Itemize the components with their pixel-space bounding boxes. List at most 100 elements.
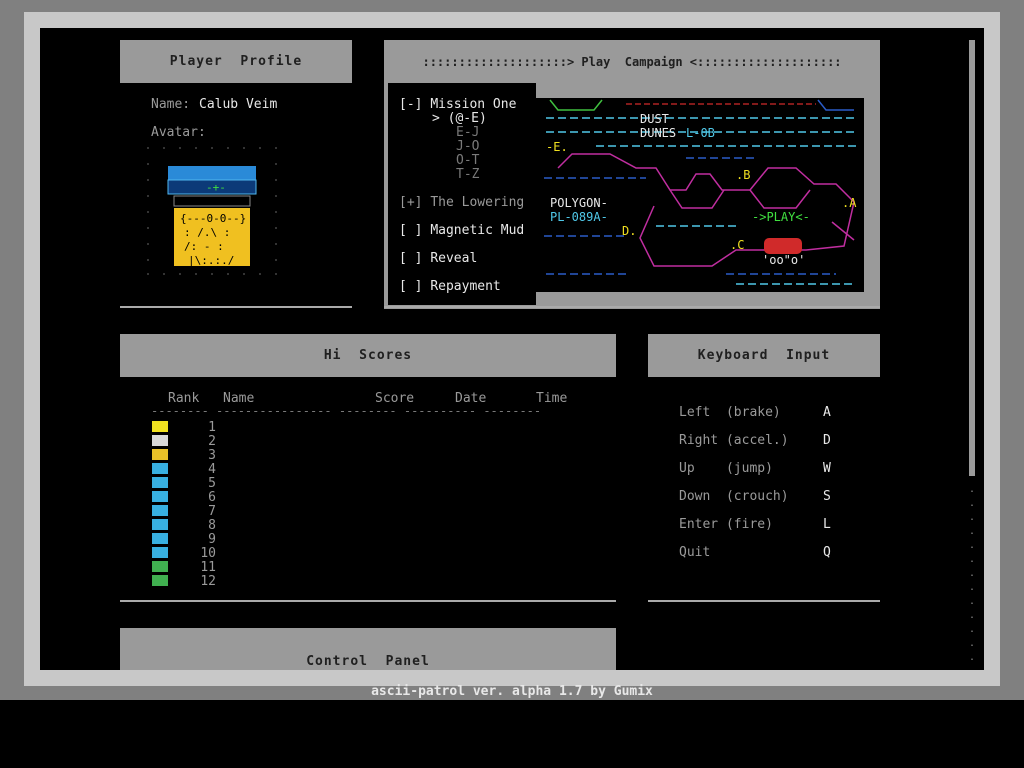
rank-number: 11	[200, 560, 216, 575]
game-screen: Player Profile Name: Calub Veim Avatar: …	[40, 28, 984, 670]
map-label-play[interactable]: ->PLAY<-	[752, 210, 810, 224]
binding-key[interactable]: L	[823, 517, 831, 532]
rank-color-swatch	[152, 533, 168, 544]
rank-color-swatch	[152, 519, 168, 530]
patrol-buggy	[764, 238, 802, 254]
map-terrain-green	[549, 99, 603, 111]
binding-action: Quit	[679, 545, 711, 560]
mission-label: Magnetic Mud	[430, 223, 525, 238]
keyboard-divider	[648, 600, 880, 602]
rank-number: 8	[208, 518, 216, 533]
rank-number: 3	[208, 448, 216, 463]
player-name-value[interactable]: Calub Veim	[199, 97, 277, 112]
rank-color-swatch	[152, 449, 168, 460]
map-label-dunes-code: L-0B	[686, 126, 715, 140]
binding-key[interactable]: Q	[823, 545, 831, 560]
version-footer: ascii-patrol ver. alpha 1.7 by Gumix	[371, 684, 653, 699]
mission-item[interactable]: [ ] Repayment	[399, 279, 501, 294]
sub-mission-item[interactable]: > (@-E)	[432, 111, 487, 126]
hi-scores-title: Hi Scores	[323, 348, 413, 363]
binding-key[interactable]: W	[823, 461, 831, 476]
map-label-dunes: DUNES	[640, 126, 677, 140]
mission-item[interactable]: [+] The Lowering	[399, 195, 524, 210]
rank-color-swatch	[152, 491, 168, 502]
name-label: Name:	[151, 97, 191, 112]
expand-marker: [-]	[399, 97, 423, 112]
rank-color-swatch	[152, 505, 168, 516]
rank-number: 9	[208, 532, 216, 547]
campaign-divider	[384, 306, 880, 308]
hi-scores-header: Hi Scores	[120, 334, 616, 377]
map-label-a: .A	[842, 196, 857, 210]
scrollbar-thumb[interactable]	[969, 40, 975, 476]
rank-color-swatch	[152, 421, 168, 432]
rank-number: 7	[208, 504, 216, 519]
avatar-image[interactable]: -+- {---0-0--} : /.\ : /: - : |\:.:./	[144, 144, 284, 280]
mission-label: The Lowering	[430, 195, 525, 210]
map-label-e: -E.	[546, 140, 568, 154]
mission-label: Reveal	[430, 251, 478, 266]
mission-label: Repayment	[430, 279, 501, 294]
rank-number: 4	[208, 462, 216, 477]
rank-number: 5	[208, 476, 216, 491]
map-label-b: .B	[736, 168, 751, 182]
column-divider: -------- ---------------- -------- -----…	[151, 404, 542, 418]
rank-color-swatch	[152, 435, 168, 446]
map-label-polygon: POLYGON-	[550, 196, 608, 210]
map-label-c: .C	[730, 238, 745, 252]
svg-text:|\:.:./: |\:.:./	[188, 254, 234, 267]
control-panel-header[interactable]: Control Panel	[120, 628, 616, 670]
rank-number: 2	[208, 434, 216, 449]
mission-map[interactable]: 'oo"o' DUST DUNES L-0B -E. .B POLYGON- P…	[536, 98, 864, 292]
rank-number: 6	[208, 490, 216, 505]
svg-text:'oo"o': 'oo"o'	[762, 253, 805, 267]
mission-item[interactable]: [ ] Magnetic Mud	[399, 223, 524, 238]
rank-number: 1	[208, 420, 216, 435]
player-profile-header: Player Profile	[120, 40, 352, 83]
rank-color-swatch	[152, 575, 168, 586]
profile-divider	[120, 306, 352, 308]
svg-text:/: - :: /: - :	[184, 240, 224, 253]
binding-key[interactable]: S	[823, 489, 831, 504]
binding-action: Up (jump)	[679, 461, 773, 476]
svg-text:-+-: -+-	[206, 181, 226, 194]
mission-item[interactable]: [ ] Reveal	[399, 251, 477, 266]
map-label-polygon-code: PL-089A-	[550, 210, 608, 224]
binding-action: Right (accel.)	[679, 433, 789, 448]
play-campaign-header[interactable]: ::::::::::::::::::::> Play Campaign <:::…	[384, 40, 880, 83]
mission-item[interactable]: [-] Mission One	[399, 97, 516, 112]
svg-text:{---0-0--}: {---0-0--}	[180, 212, 246, 225]
hiscores-divider	[120, 600, 616, 602]
keyboard-input-title: Keyboard Input	[697, 348, 831, 363]
checkbox-marker: [ ]	[399, 279, 423, 294]
sub-mission-item[interactable]: O-T	[456, 153, 479, 168]
rank-number: 12	[200, 574, 216, 589]
sub-mission-item[interactable]: E-J	[456, 125, 479, 140]
avatar-helmet	[168, 166, 256, 180]
keyboard-input-header: Keyboard Input	[648, 334, 880, 377]
rank-color-swatch	[152, 561, 168, 572]
play-campaign-title: ::::::::::::::::::::> Play Campaign <:::…	[422, 54, 842, 69]
scrollbar-track[interactable]: ..............	[969, 483, 975, 670]
avatar-label: Avatar:	[151, 125, 206, 140]
expand-marker: [+]	[399, 195, 423, 210]
map-terrain-blue	[817, 99, 854, 111]
sub-mission-item[interactable]: J-O	[456, 139, 479, 154]
map-label-d: D.	[622, 224, 637, 238]
binding-key[interactable]: D	[823, 433, 831, 448]
map-label-dust: DUST	[640, 112, 669, 126]
checkbox-marker: [ ]	[399, 223, 423, 238]
binding-action: Enter (fire)	[679, 517, 773, 532]
binding-action: Left (brake)	[679, 405, 781, 420]
checkbox-marker: [ ]	[399, 251, 423, 266]
binding-key[interactable]: A	[823, 405, 831, 420]
mission-label: Mission One	[430, 97, 517, 112]
control-panel-title: Control Panel	[306, 654, 430, 669]
rank-color-swatch	[152, 547, 168, 558]
svg-text:: /.\ :: : /.\ :	[184, 226, 230, 239]
binding-action: Down (crouch)	[679, 489, 789, 504]
rank-number: 10	[200, 546, 216, 561]
rank-color-swatch	[152, 463, 168, 474]
player-profile-title: Player Profile	[169, 54, 303, 69]
sub-mission-item[interactable]: T-Z	[456, 167, 479, 182]
